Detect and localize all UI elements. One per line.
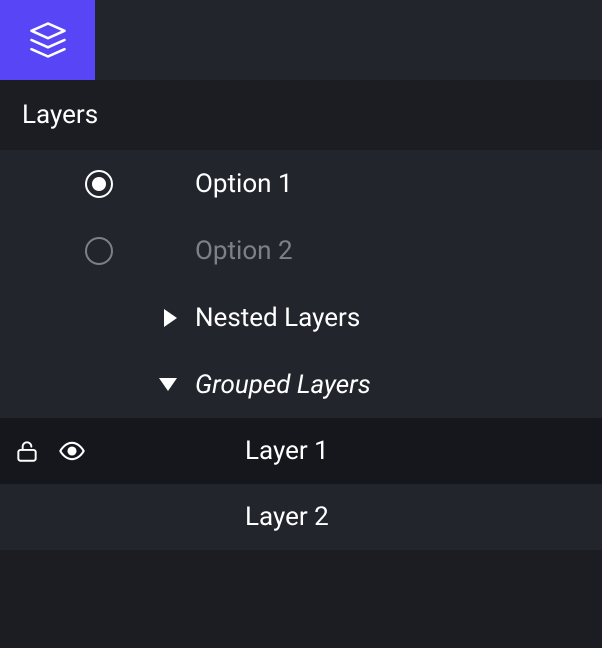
layers-panel: Layers Option 1 Option 2 (0, 0, 602, 648)
layer-label: Layer 1 (245, 436, 329, 466)
group-nested-layers[interactable]: Nested Layers (0, 284, 602, 351)
option-label: Option 2 (195, 236, 293, 266)
radio-selected-icon (85, 170, 113, 198)
unlock-icon[interactable] (14, 438, 40, 464)
group-label: Nested Layers (195, 303, 360, 333)
chevron-right-icon (164, 309, 177, 327)
chevron-down-icon (159, 378, 177, 391)
tab-bar (0, 0, 602, 80)
layers-content: Option 1 Option 2 Nested Layers Grouped … (0, 150, 602, 550)
layer-row-1[interactable]: Layer 1 (0, 418, 602, 484)
layer-row-2[interactable]: Layer 2 (0, 484, 602, 550)
layer-label: Layer 2 (245, 502, 329, 532)
group-label: Grouped Layers (195, 370, 371, 400)
layers-tab[interactable] (0, 0, 95, 80)
option-row-1[interactable]: Option 1 (0, 150, 602, 217)
panel-title-text: Layers (22, 100, 98, 130)
layers-icon (26, 18, 70, 62)
group-grouped-layers[interactable]: Grouped Layers (0, 351, 602, 418)
option-label: Option 1 (195, 169, 293, 199)
option-row-2[interactable]: Option 2 (0, 217, 602, 284)
panel-title: Layers (0, 80, 602, 150)
eye-icon[interactable] (58, 437, 86, 465)
radio-unselected-icon (85, 237, 113, 265)
